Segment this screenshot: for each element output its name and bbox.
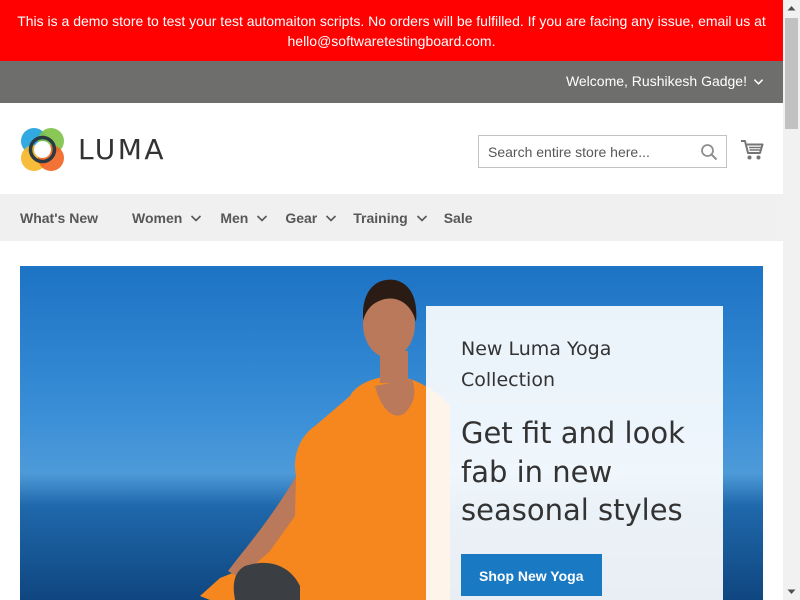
- nav-item-gear[interactable]: Gear: [285, 210, 337, 226]
- demo-notice-text: This is a demo store to test your test a…: [17, 13, 766, 49]
- luma-logo-icon: [21, 128, 64, 171]
- scroll-up-icon[interactable]: [787, 4, 796, 13]
- nav-item-label: Sale: [443, 209, 473, 226]
- search-icon[interactable]: [700, 143, 718, 161]
- nav-item-label: Men: [220, 209, 249, 226]
- chevron-down-icon: [753, 78, 764, 85]
- scrollbar-thumb[interactable]: [785, 18, 798, 129]
- search-box: [478, 135, 727, 168]
- search-input[interactable]: [479, 136, 726, 167]
- nav-item-sale[interactable]: Sale: [444, 210, 473, 226]
- chevron-down-icon: [191, 214, 202, 222]
- promo-subtitle: New Luma Yoga Collection: [461, 338, 612, 391]
- promo-block: New Luma Yoga Collection Get fit and loo…: [426, 306, 723, 600]
- shop-new-yoga-button[interactable]: Shop New Yoga: [461, 553, 602, 596]
- promo-title: Get fit and look fab in new seasonal sty…: [461, 416, 685, 527]
- nav-item-label: Training: [353, 209, 408, 226]
- scroll-down-icon[interactable]: [787, 587, 796, 596]
- hero-banner[interactable]: New Luma Yoga Collection Get fit and loo…: [20, 266, 763, 600]
- logo-link[interactable]: LUMA: [20, 127, 166, 172]
- header-content: LUMA: [0, 103, 783, 194]
- welcome-text: Welcome, Rushikesh Gadge!: [565, 73, 747, 89]
- page: This is a demo store to test your test a…: [0, 0, 783, 600]
- nav-item-label: Women: [132, 209, 183, 226]
- nav-item-whats-new[interactable]: What's New: [20, 210, 98, 226]
- nav-item-men[interactable]: Men: [220, 210, 268, 226]
- nav-item-label: Gear: [285, 209, 318, 226]
- nav-item-label: What's New: [20, 209, 99, 226]
- cart-icon[interactable]: [740, 139, 764, 161]
- demo-notice: This is a demo store to test your test a…: [0, 0, 783, 61]
- nav-item-women[interactable]: Women: [132, 210, 202, 226]
- main-navigation: What's New Women Men Gear Training Sale: [0, 194, 783, 241]
- chevron-down-icon: [326, 214, 337, 222]
- vertical-scrollbar[interactable]: [783, 0, 800, 600]
- nav-item-training[interactable]: Training: [353, 210, 427, 226]
- panel-header: Welcome, Rushikesh Gadge!: [0, 61, 783, 103]
- chevron-down-icon: [257, 214, 268, 222]
- logo-text: LUMA: [78, 133, 167, 166]
- chevron-down-icon: [416, 214, 427, 222]
- customer-welcome-menu[interactable]: Welcome, Rushikesh Gadge!: [566, 73, 764, 89]
